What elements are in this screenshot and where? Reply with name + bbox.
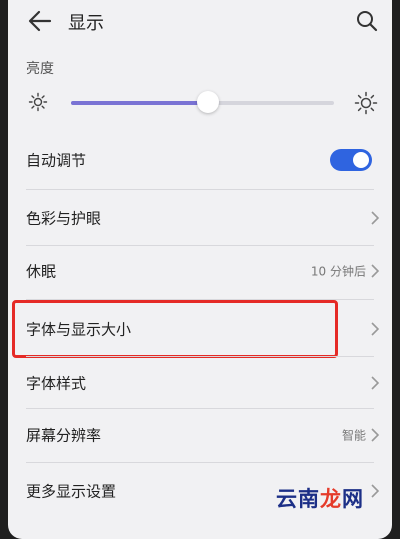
row-label: 色彩与护眼	[26, 209, 102, 228]
row-label: 休眠	[26, 262, 57, 281]
brightness-slider-fill	[71, 101, 208, 105]
highlight-box	[12, 300, 338, 358]
auto-adjust-toggle[interactable]	[330, 149, 372, 171]
back-arrow-icon[interactable]	[26, 8, 54, 34]
row-label: 更多显示设置	[26, 482, 117, 501]
settings-row-screen-resolution[interactable]: 屏幕分辨率 智能	[8, 408, 392, 462]
chevron-right-icon	[371, 428, 380, 442]
search-icon[interactable]	[355, 9, 379, 33]
row-label: 字体样式	[26, 374, 87, 393]
page-title: 显示	[68, 13, 104, 34]
watermark-part3: 网	[342, 487, 364, 511]
divider	[26, 462, 374, 463]
brightness-row	[8, 82, 392, 126]
divider	[26, 189, 374, 190]
settings-row-font-style[interactable]: 字体样式	[8, 356, 392, 410]
settings-row-auto-adjust[interactable]: 自动调节	[8, 133, 392, 187]
toggle-knob	[353, 152, 369, 168]
chevron-right-icon	[371, 264, 380, 278]
watermark: 云南龙网	[276, 483, 364, 513]
brightness-slider-thumb[interactable]	[196, 91, 219, 113]
sun-small-icon	[28, 92, 48, 112]
row-label: 自动调节	[26, 151, 87, 170]
watermark-part2: 龙	[320, 487, 342, 511]
sun-large-icon	[354, 91, 378, 115]
header: 显示	[8, 0, 392, 44]
settings-row-color-eye-comfort[interactable]: 色彩与护眼	[8, 191, 392, 245]
brightness-slider[interactable]	[71, 91, 334, 113]
settings-row-sleep[interactable]: 休眠 10 分钟后	[8, 244, 392, 298]
chevron-right-icon	[371, 211, 380, 225]
sleep-value: 10 分钟后	[310, 264, 366, 279]
chevron-right-icon	[371, 484, 380, 498]
watermark-part1: 云南	[276, 487, 320, 511]
row-label: 屏幕分辨率	[26, 426, 102, 445]
settings-screen: 显示 亮度 自动调节 色彩与护眼 休眠 10 分钟后 字体与显示大小 字体样式 …	[8, 0, 392, 539]
brightness-section-label: 亮度	[26, 61, 54, 77]
resolution-value: 智能	[341, 428, 366, 443]
chevron-right-icon	[371, 322, 380, 336]
chevron-right-icon	[371, 376, 380, 390]
